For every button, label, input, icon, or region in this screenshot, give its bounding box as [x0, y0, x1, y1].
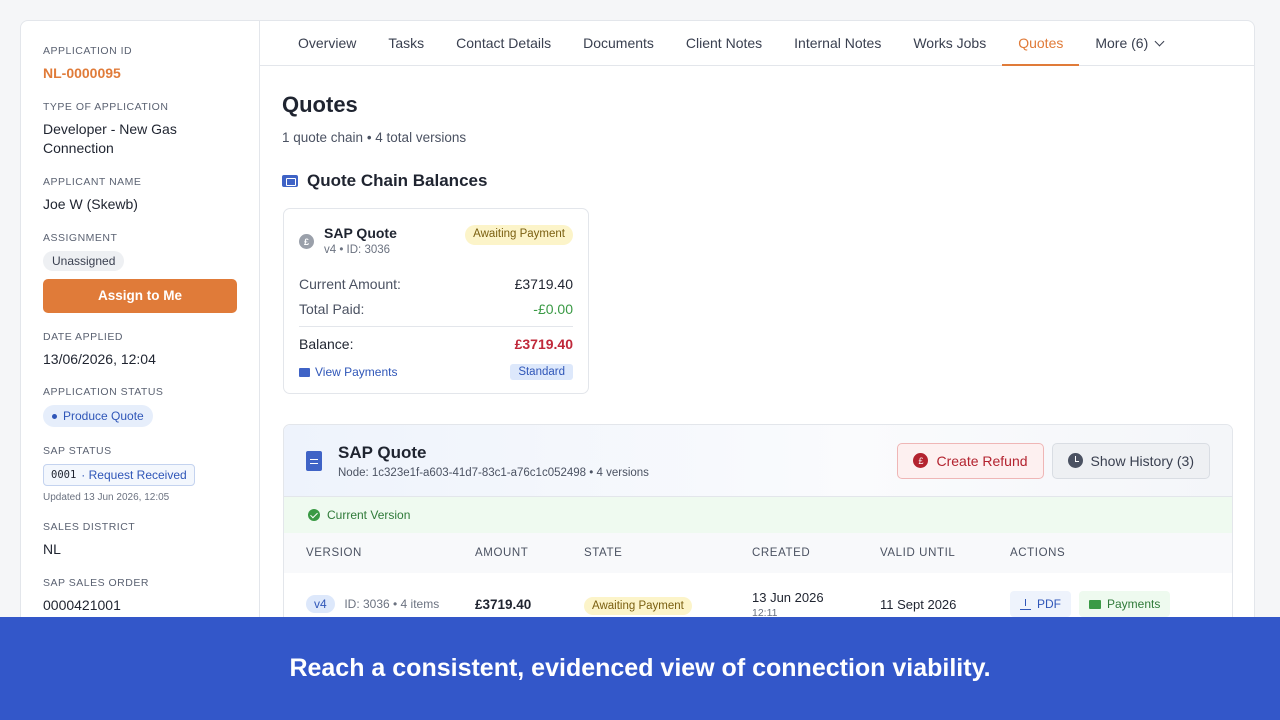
balances-icon	[282, 175, 298, 187]
col-created: CREATED	[752, 547, 811, 559]
balance-card-title: SAP Quote	[324, 225, 397, 241]
quote-chain-header: SAP Quote Node: 1c323e1f-a603-41d7-83c1-…	[284, 425, 1232, 497]
payments-label: Payments	[1107, 597, 1161, 611]
balance-card: £ SAP Quote v4 • ID: 3036 Awaiting Payme…	[283, 208, 589, 394]
create-refund-button[interactable]: £ Create Refund	[897, 442, 1044, 479]
balance-row: Balance: £3719.40	[299, 336, 573, 352]
pdf-label: PDF	[1037, 597, 1061, 611]
current-amount-label: Current Amount:	[299, 276, 401, 292]
sales-district-label: SALES DISTRICT	[43, 521, 136, 534]
valid-until: 11 Sept 2026	[880, 596, 957, 612]
sap-sales-order: 0000421001	[43, 597, 121, 614]
application-sidebar: APPLICATION ID NL-0000095 TYPE OF APPLIC…	[20, 20, 260, 640]
assignment-badge: Unassigned	[43, 250, 125, 271]
show-history-button[interactable]: Show History (3)	[1051, 442, 1210, 479]
tab-bar: Overview Tasks Contact Details Documents…	[260, 21, 1254, 66]
application-status: Produce Quote	[63, 409, 144, 424]
sap-sales-order-label: SAP SALES ORDER	[43, 577, 149, 590]
check-circle-icon	[308, 509, 320, 521]
application-id: NL-0000095	[43, 65, 121, 81]
col-actions: ACTIONS	[1010, 547, 1066, 559]
cash-icon	[1089, 599, 1101, 609]
tab-quotes[interactable]: Quotes	[1002, 35, 1080, 66]
pound-icon: £	[913, 453, 929, 468]
tab-client-notes[interactable]: Client Notes	[670, 35, 778, 65]
pound-icon: £	[299, 234, 314, 249]
quote-node: Node: 1c323e1f-a603-41d7-83c1-a76c1c0524…	[338, 466, 649, 479]
balance-status-badge: Awaiting Payment	[465, 225, 573, 245]
chevron-down-icon	[1154, 36, 1165, 46]
tab-more-label: More (6)	[1095, 35, 1149, 51]
type-label: TYPE OF APPLICATION	[43, 100, 169, 113]
page-subtitle: 1 quote chain • 4 total versions	[282, 130, 467, 145]
balance-card-meta: v4 • ID: 3036	[324, 244, 391, 256]
applicant-label: APPLICANT NAME	[43, 175, 142, 188]
application-status-badge: Produce Quote	[43, 405, 153, 428]
date-applied: 13/06/2026, 12:04	[43, 350, 156, 367]
total-paid-label: Total Paid:	[299, 301, 365, 317]
col-amount: AMOUNT	[475, 547, 529, 559]
assign-to-me-button[interactable]: Assign to Me	[43, 278, 237, 313]
row-amount: £3719.40	[475, 596, 532, 612]
balance-label: Balance:	[299, 336, 354, 352]
clock-icon	[1067, 453, 1083, 468]
row-state-badge: Awaiting Payment	[584, 596, 692, 615]
sap-updated: Updated 13 Jun 2026, 12:05	[43, 492, 170, 504]
show-history-label: Show History (3)	[1090, 452, 1194, 469]
applicant-name: Joe W (Skewb)	[43, 195, 138, 212]
sales-district: NL	[43, 541, 61, 558]
payments-icon	[299, 367, 310, 377]
application-type: Developer - New Gas Connection	[43, 120, 177, 156]
quote-type-badge: Standard	[510, 364, 573, 380]
status-dot-icon	[52, 413, 57, 419]
assignment-label: ASSIGNMENT	[43, 231, 118, 244]
document-icon	[306, 450, 322, 471]
page-title: Quotes	[282, 92, 358, 117]
version-meta: ID: 3036 • 4 items	[344, 597, 440, 611]
current-amount-row: Current Amount: £3719.40	[299, 276, 573, 292]
table-header: VERSION AMOUNT STATE CREATED VALID UNTIL…	[284, 533, 1232, 573]
create-refund-label: Create Refund	[936, 452, 1028, 469]
sap-status-text: · Request Received	[81, 468, 187, 483]
col-state: STATE	[584, 547, 623, 559]
divider	[299, 326, 573, 327]
version-badge: v4	[306, 595, 335, 613]
application-status-label: APPLICATION STATUS	[43, 386, 164, 399]
quote-chain-card: SAP Quote Node: 1c323e1f-a603-41d7-83c1-…	[283, 424, 1233, 639]
tab-tasks[interactable]: Tasks	[372, 35, 440, 65]
tab-contact-details[interactable]: Contact Details	[440, 35, 567, 65]
tab-overview[interactable]: Overview	[282, 35, 372, 65]
caption-text: Reach a consistent, evidenced view of co…	[289, 654, 991, 682]
sap-status-label: SAP STATUS	[43, 445, 112, 458]
created-date: 13 Jun 2026	[752, 589, 824, 605]
tab-more[interactable]: More (6)	[1079, 35, 1179, 65]
caption-banner: Reach a consistent, evidenced view of co…	[0, 617, 1280, 720]
main-panel: Overview Tasks Contact Details Documents…	[259, 20, 1255, 640]
current-amount: £3719.40	[514, 276, 573, 292]
current-version-banner: Current Version	[284, 497, 1232, 533]
sap-status-badge: 0001 · Request Received	[43, 464, 195, 487]
payments-button[interactable]: Payments	[1079, 591, 1171, 617]
tab-works-jobs[interactable]: Works Jobs	[897, 35, 1002, 65]
current-version-label: Current Version	[327, 508, 411, 522]
col-valid-until: VALID UNTIL	[880, 547, 956, 559]
pdf-button[interactable]: PDF	[1010, 591, 1071, 617]
sap-status-code: 0001	[51, 469, 77, 482]
tab-internal-notes[interactable]: Internal Notes	[778, 35, 897, 65]
download-icon	[1020, 598, 1031, 610]
view-payments-link[interactable]: View Payments	[299, 365, 397, 379]
balance-amount: £3719.40	[514, 336, 573, 352]
total-paid-row: Total Paid: -£0.00	[299, 301, 573, 317]
quote-title: SAP Quote	[338, 442, 427, 462]
date-applied-label: DATE APPLIED	[43, 330, 123, 343]
balances-heading: Quote Chain Balances	[307, 171, 488, 190]
application-id-label: APPLICATION ID	[43, 45, 133, 57]
total-paid: -£0.00	[533, 301, 573, 317]
view-payments-label: View Payments	[315, 365, 398, 379]
col-version: VERSION	[306, 547, 362, 559]
tab-documents[interactable]: Documents	[567, 35, 670, 65]
